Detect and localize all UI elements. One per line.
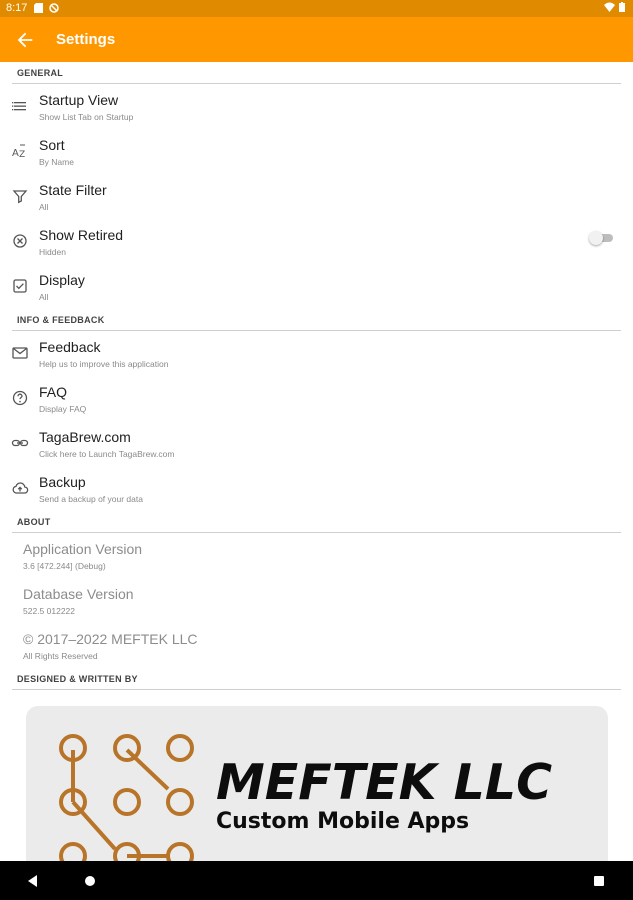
pref-startup-view[interactable]: Startup View Show List Tab on Startup xyxy=(0,84,633,129)
sd-card-icon xyxy=(34,3,43,13)
pref-show-retired[interactable]: Show Retired Hidden xyxy=(0,219,633,264)
cancel-circle-icon xyxy=(11,232,29,250)
pref-title: Display xyxy=(39,272,85,288)
toggle-thumb xyxy=(589,231,603,245)
section-general: General xyxy=(12,62,621,84)
arrow-back-icon[interactable] xyxy=(14,29,36,51)
mail-icon xyxy=(11,344,29,362)
pref-display[interactable]: Display All xyxy=(0,264,633,309)
cloud-upload-icon xyxy=(11,479,29,497)
checkbox-icon xyxy=(11,277,29,295)
pref-summary: Display FAQ xyxy=(39,404,87,414)
status-time: 8:17 xyxy=(6,2,28,14)
section-info-feedback: Info & Feedback xyxy=(12,309,621,331)
pref-summary: Hidden xyxy=(39,247,66,257)
pref-summary: Click here to Launch TagaBrew.com xyxy=(39,449,175,459)
pref-feedback[interactable]: Feedback Help us to improve this applica… xyxy=(0,331,633,376)
sort-az-icon: AZ xyxy=(11,142,29,160)
pref-summary: All xyxy=(39,202,49,212)
section-designed-by: Designed & Written By xyxy=(12,668,621,690)
status-bar: 8:17 xyxy=(0,0,633,17)
svg-text:Z: Z xyxy=(19,150,25,160)
pref-title: Application Version xyxy=(23,541,143,557)
logo-tagline: Custom Mobile Apps xyxy=(216,809,470,834)
pref-summary: All Rights Reserved xyxy=(23,651,98,661)
pref-summary: 522.5 012222 xyxy=(23,606,75,616)
pref-backup[interactable]: Backup Send a backup of your data xyxy=(0,466,633,511)
nav-home-icon[interactable] xyxy=(82,873,98,889)
wifi-icon xyxy=(604,2,615,12)
pref-title: Database Version xyxy=(23,586,134,602)
pref-summary: Send a backup of your data xyxy=(39,494,143,504)
pref-title: Sort xyxy=(39,137,65,153)
pref-summary: Show List Tab on Startup xyxy=(39,112,134,122)
pref-summary: Help us to improve this application xyxy=(39,359,169,369)
nav-back-icon[interactable] xyxy=(25,873,41,889)
meftek-logo-card: MEFTEK LLC Custom Mobile Apps xyxy=(26,706,608,861)
pref-database-version: Database Version 522.5 012222 xyxy=(0,578,633,623)
pref-title: Show Retired xyxy=(39,227,124,243)
pref-summary: By Name xyxy=(39,157,74,167)
section-about: About xyxy=(12,511,621,533)
pref-title: © 2017–2022 MEFTEK LLC xyxy=(23,631,198,647)
show-retired-toggle[interactable] xyxy=(589,231,613,245)
pref-state-filter[interactable]: State Filter All xyxy=(0,174,633,219)
pref-summary: All xyxy=(39,292,49,302)
status-right xyxy=(604,2,625,12)
pref-title: FAQ xyxy=(39,384,68,400)
pref-sort[interactable]: AZ Sort By Name xyxy=(0,129,633,174)
app-bar: Settings xyxy=(0,17,633,62)
svg-text:A: A xyxy=(12,148,19,159)
system-nav-bar xyxy=(0,861,633,900)
nav-recents-icon[interactable] xyxy=(591,873,607,889)
page-title: Settings xyxy=(56,31,116,48)
pref-copyright: © 2017–2022 MEFTEK LLC All Rights Reserv… xyxy=(0,623,633,668)
filter-icon xyxy=(11,187,29,205)
pref-title: Backup xyxy=(39,474,86,490)
logo-name: MEFTEK LLC xyxy=(216,754,553,811)
pref-title: TagaBrew.com xyxy=(39,429,131,445)
pref-application-version: Application Version 3.6 [472.244] (Debug… xyxy=(0,533,633,578)
pref-summary: 3.6 [472.244] (Debug) xyxy=(23,561,106,571)
pref-title: Feedback xyxy=(39,339,101,355)
no-disturb-icon xyxy=(49,3,59,13)
circuit-logo-icon xyxy=(59,734,194,861)
link-icon xyxy=(11,434,29,452)
help-circle-icon xyxy=(11,389,29,407)
pref-faq[interactable]: FAQ Display FAQ xyxy=(0,376,633,421)
pref-title: State Filter xyxy=(39,182,107,198)
settings-list[interactable]: General Startup View Show List Tab on St… xyxy=(0,62,633,861)
list-icon xyxy=(11,97,29,115)
pref-tagabrew[interactable]: TagaBrew.com Click here to Launch TagaBr… xyxy=(0,421,633,466)
pref-title: Startup View xyxy=(39,92,119,108)
battery-icon xyxy=(619,2,625,12)
